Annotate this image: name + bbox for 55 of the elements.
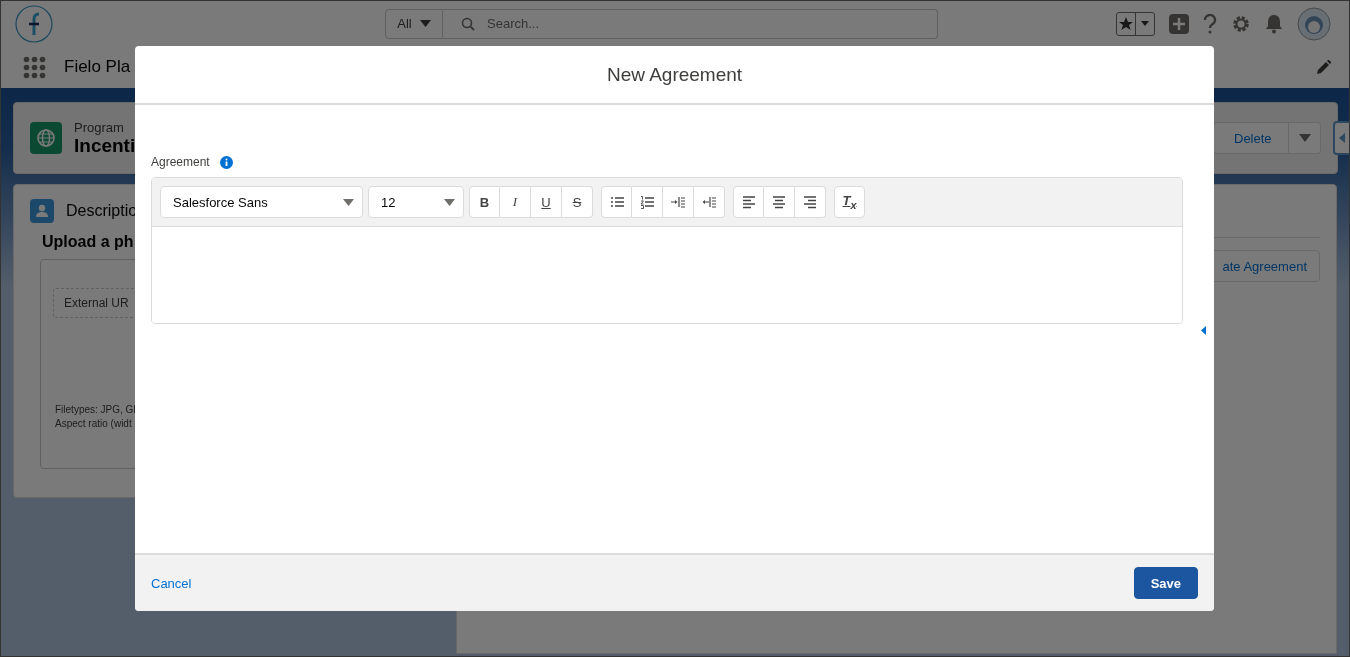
app-logo-icon xyxy=(15,4,53,43)
align-center-button[interactable] xyxy=(764,186,795,218)
globe-icon xyxy=(30,122,62,154)
modal-title: New Agreement xyxy=(606,63,743,86)
pencil-icon[interactable] xyxy=(1317,60,1331,74)
italic-button[interactable]: I xyxy=(500,186,531,218)
align-left-icon xyxy=(741,195,756,209)
cancel-button[interactable]: Cancel xyxy=(151,575,192,591)
outdent-icon xyxy=(702,195,716,209)
more-actions-button[interactable] xyxy=(1289,122,1321,154)
strikethrough-button[interactable]: S xyxy=(562,186,593,218)
align-right-icon xyxy=(803,195,817,209)
help-icon[interactable] xyxy=(1203,13,1217,34)
app-name: Fielo Pla xyxy=(64,57,131,77)
search-icon xyxy=(461,16,475,31)
user-icon xyxy=(30,199,54,223)
indent-button[interactable] xyxy=(663,186,694,218)
app-launcher-icon[interactable] xyxy=(23,55,46,79)
caret-icon xyxy=(343,198,354,206)
search-scope-dropdown[interactable]: All xyxy=(385,8,443,39)
bulleted-list-button[interactable] xyxy=(601,186,632,218)
font-family-dropdown[interactable]: Salesforce Sans xyxy=(160,186,363,218)
caret-icon xyxy=(1298,134,1311,142)
caret-icon xyxy=(419,20,431,27)
hint-text: Filetypes: JPG, GI xyxy=(55,404,138,415)
hint-text: Aspect ratio (widt xyxy=(55,418,133,429)
clear-formatting-button[interactable]: T$_{x}$ xyxy=(834,186,865,218)
avatar-icon[interactable] xyxy=(1297,6,1331,41)
bold-button[interactable]: B xyxy=(469,186,500,218)
bell-icon[interactable] xyxy=(1265,13,1283,34)
record-name: Incenti xyxy=(74,134,136,157)
underline-button[interactable]: U xyxy=(531,186,562,218)
card-title: Descriptio xyxy=(66,202,138,220)
upload-heading: Upload a ph xyxy=(42,233,135,251)
save-button[interactable]: Save xyxy=(1133,567,1198,599)
font-size-dropdown[interactable]: 12 xyxy=(368,186,464,218)
object-label: Program xyxy=(74,119,125,135)
info-icon[interactable] xyxy=(219,155,233,169)
field-label: Agreement xyxy=(151,155,210,169)
indent-icon xyxy=(671,195,685,209)
align-center-icon xyxy=(772,195,786,209)
favorites-button[interactable] xyxy=(1116,11,1155,36)
align-left-button[interactable] xyxy=(733,186,764,218)
numbers-icon xyxy=(640,195,654,209)
align-right-button[interactable] xyxy=(795,186,826,218)
caret-icon xyxy=(444,198,455,206)
caret-icon xyxy=(1141,21,1149,26)
outdent-button[interactable] xyxy=(694,186,725,218)
numbered-list-button[interactable] xyxy=(632,186,663,218)
collapse-arrow-icon[interactable] xyxy=(1201,326,1206,335)
add-icon[interactable] xyxy=(1169,13,1189,34)
panel-toggle[interactable] xyxy=(1333,121,1349,155)
bullets-icon xyxy=(609,195,624,209)
star-icon xyxy=(1119,16,1133,31)
settings-icon[interactable] xyxy=(1231,13,1251,34)
